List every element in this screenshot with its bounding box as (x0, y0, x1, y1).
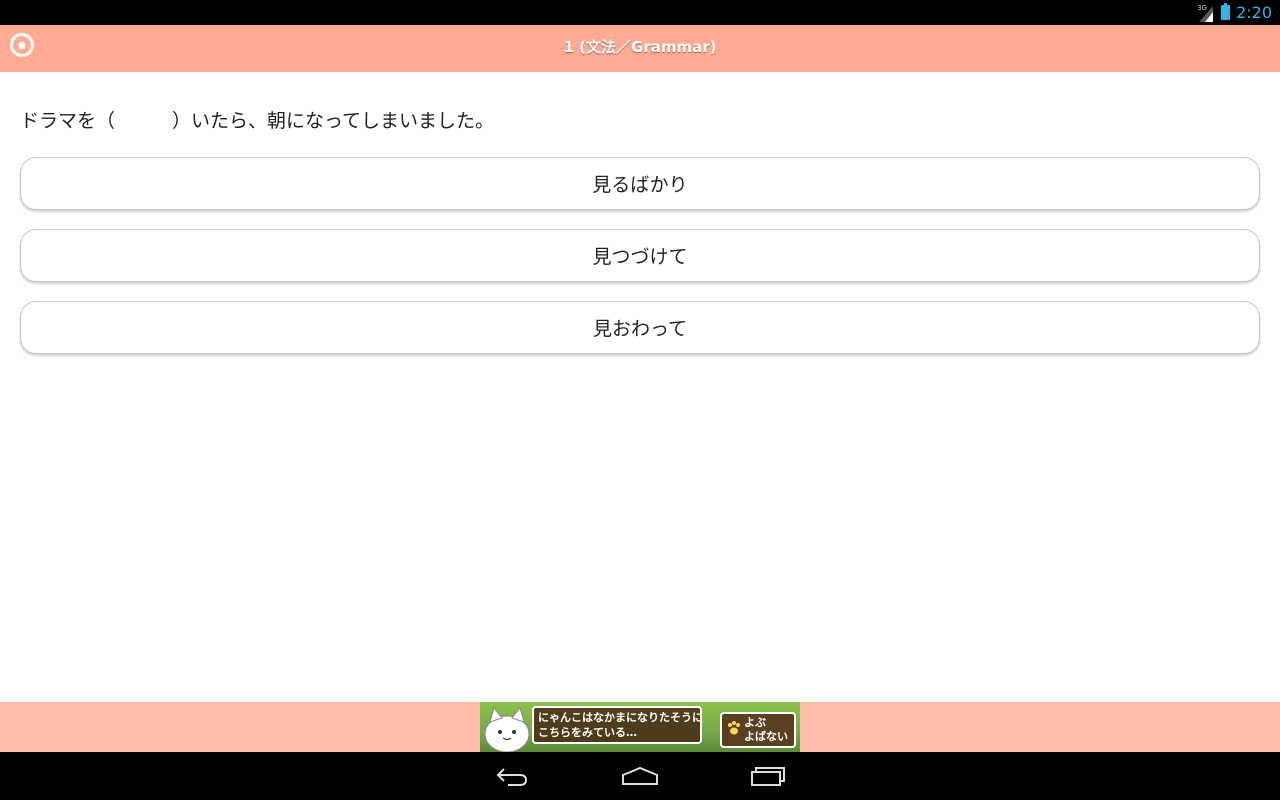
ad-call-line-2: よばない (744, 730, 788, 743)
home-icon (622, 766, 658, 785)
status-bar: 3G 2:20 (0, 0, 1280, 25)
signal-icon: 3G (1197, 3, 1215, 23)
ad-message-line-2: こちらをみている… (538, 726, 637, 739)
ad-call-button[interactable]: よぶ よばない (720, 712, 796, 748)
cat-mascot-icon (484, 706, 530, 752)
answer-option-1[interactable]: 見るばかり (20, 157, 1260, 210)
answer-option-label: 見おわって (592, 318, 688, 340)
battery-charging-icon (1221, 3, 1231, 20)
paw-icon (728, 721, 740, 735)
clock: 2:20 (1236, 3, 1272, 22)
recent-apps-button[interactable] (744, 760, 792, 792)
answer-option-3[interactable]: 見おわって (20, 301, 1260, 354)
answer-option-label: 見るばかり (592, 174, 688, 196)
question-text: ドラマを（ ）いたら、朝になってしまいました。 (20, 110, 495, 132)
page-title: 1 (文法／Grammar) (563, 38, 717, 56)
ad-footer: にゃんこはなかまになりたそうに こちらをみている… よぶ よばない (0, 702, 1280, 752)
ad-message: にゃんこはなかまになりたそうに こちらをみている… (532, 706, 703, 744)
nav-home-button[interactable] (616, 760, 664, 792)
network-type: 3G (1197, 3, 1207, 12)
recent-apps-icon (751, 767, 785, 786)
ad-message-line-1: にゃんこはなかまになりたそうに (538, 711, 703, 724)
home-icon (13, 36, 31, 54)
ad-banner[interactable]: にゃんこはなかまになりたそうに こちらをみている… よぶ よばない (480, 702, 800, 752)
navigation-bar (0, 752, 1280, 800)
app-header: 1 (文法／Grammar) (0, 25, 1280, 72)
answer-option-label: 見つづけて (592, 246, 688, 268)
ad-call-line-1: よぶ (744, 716, 766, 729)
home-button[interactable] (10, 33, 34, 57)
status-indicators: 3G 2:20 (1197, 0, 1272, 25)
back-icon (496, 768, 528, 786)
back-button[interactable] (488, 760, 536, 792)
answer-option-2[interactable]: 見つづけて (20, 229, 1260, 282)
